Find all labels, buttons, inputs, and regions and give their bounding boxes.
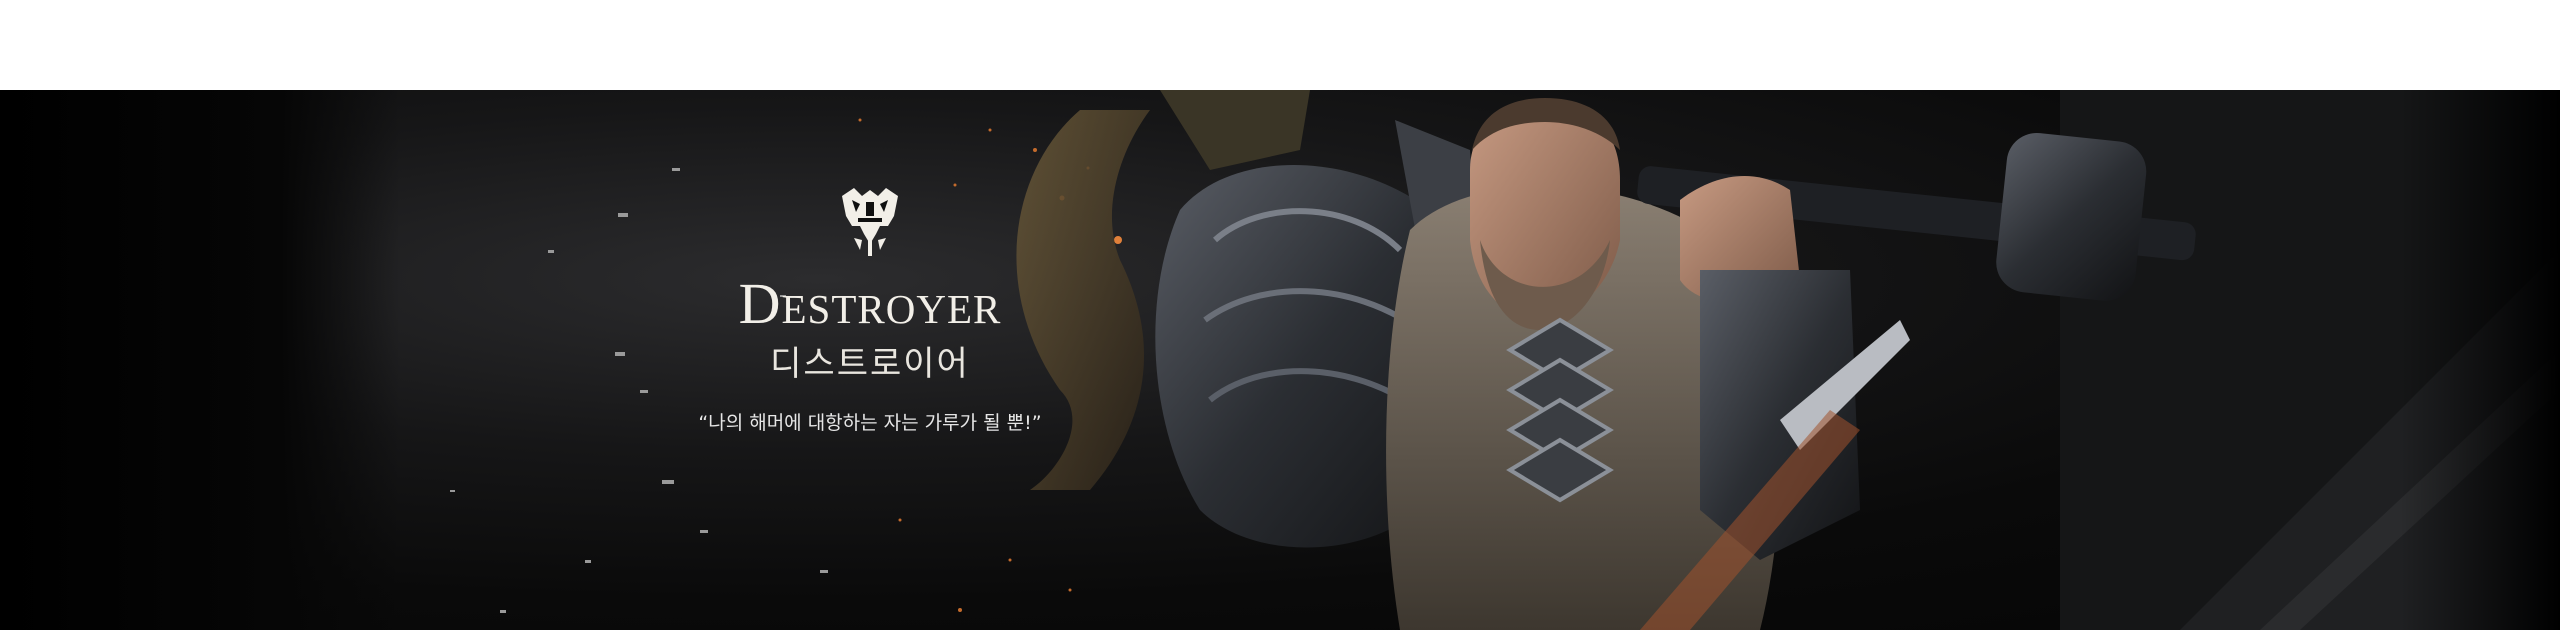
class-name-korean: 디스트로이어 <box>770 344 970 384</box>
banner-shadow-right <box>2400 90 2560 630</box>
destroyer-emblem-icon <box>842 188 898 256</box>
class-quote: “나의 해머에 대항하는 자는 가루가 될 뿐!” <box>698 412 1042 434</box>
class-title-block: Destroyer 디스트로이어 <box>700 182 1040 384</box>
top-blank-strip <box>0 0 2560 90</box>
class-name-title: Destroyer <box>738 271 1002 336</box>
class-hero-banner: Destroyer 디스트로이어 “나의 해머에 대항하는 자는 가루가 될 뿐… <box>0 90 2560 630</box>
destroyer-character-art <box>1016 90 2560 630</box>
